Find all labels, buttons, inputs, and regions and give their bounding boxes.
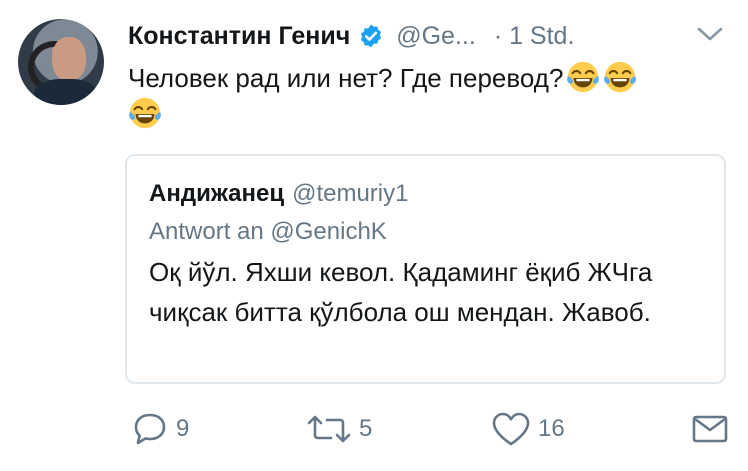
quoted-tweet-card[interactable]: Андижанец @temuriy1 Antwort an @GenichK О… [125,154,726,384]
tweet-actions-bar: 9 5 16 [0,404,748,454]
like-count: 16 [538,415,565,442]
tears-of-joy-emoji-icon [567,61,600,93]
author-avatar[interactable] [18,19,104,105]
retweet-button[interactable]: 5 [305,404,372,454]
chevron-down-icon[interactable] [695,22,725,46]
reply-icon [134,413,166,445]
quoted-reply-to[interactable]: Antwort an @GenichK [149,218,387,246]
reply-button[interactable]: 9 [130,404,189,454]
tweet-header: Константин Генич @Ge... · 1 Std. [128,16,728,56]
quoted-tweet-header: Андижанец @temuriy1 [149,180,408,208]
avatar-face [52,37,86,81]
author-name[interactable]: Константин Генич [128,22,350,51]
tears-of-joy-emoji-icon [129,97,161,129]
envelope-icon [692,415,728,443]
reply-count: 9 [176,415,190,442]
quoted-author-handle[interactable]: @temuriy1 [292,180,408,207]
tweet-text-content: Человек рад или нет? Где перевод? [128,63,564,93]
heart-icon [492,412,530,446]
direct-message-button[interactable] [690,404,736,454]
verified-badge-icon [361,24,382,48]
tweet-timestamp[interactable]: · 1 Std. [494,22,575,51]
tweet-text: Человек рад или нет? Где перевод? [128,60,728,132]
tears-of-joy-emoji-icon [604,61,637,93]
author-handle[interactable]: @Ge... [396,22,476,51]
quoted-tweet-text: Оқ йўл. Яхши кевол. Қадаминг ёқиб ЖЧга ч… [149,257,653,327]
quoted-author-name[interactable]: Андижанец [149,180,284,207]
retweet-icon [307,415,351,443]
retweet-count: 5 [359,415,373,442]
like-button[interactable]: 16 [490,404,565,454]
avatar-shirt [34,79,98,105]
